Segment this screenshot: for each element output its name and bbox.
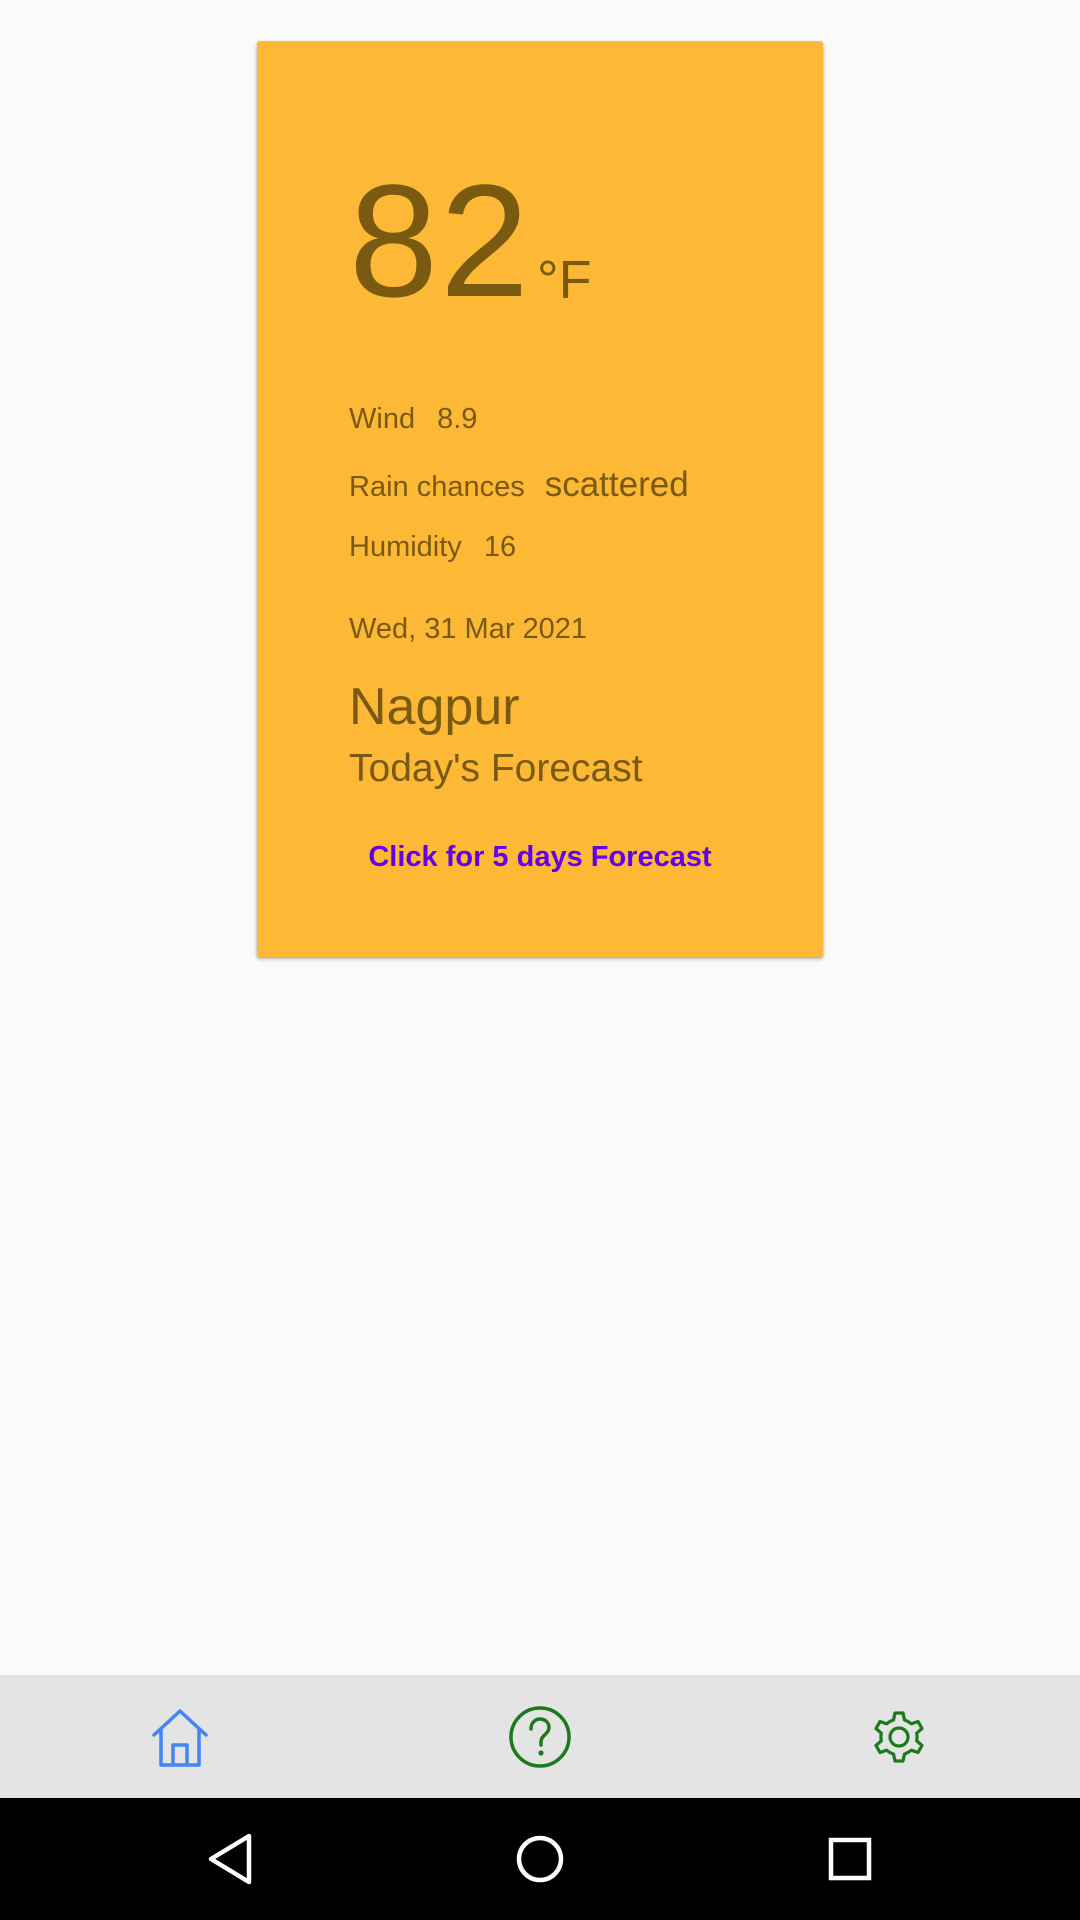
forecast-date: Wed, 31 Mar 2021 [349, 613, 588, 645]
nav-settings-button[interactable] [799, 1675, 999, 1798]
help-icon [509, 1705, 571, 1768]
wind-label: Wind [349, 403, 416, 435]
system-back-button[interactable] [160, 1798, 300, 1920]
nav-help-button[interactable] [440, 1675, 640, 1798]
temperature-unit: °F [536, 250, 592, 310]
forecast-title: Today's Forecast [349, 747, 643, 790]
rain-row: Rain chances scattered [349, 465, 689, 505]
home-icon [152, 1708, 208, 1767]
system-home-button[interactable] [470, 1798, 610, 1920]
humidity-row: Humidity 16 [349, 531, 516, 564]
bottom-navigation [0, 1675, 1080, 1798]
settings-icon [874, 1710, 924, 1763]
wind-value: 8.9 [437, 403, 478, 435]
rain-label: Rain chances [349, 471, 525, 503]
system-recents-button[interactable] [780, 1798, 920, 1920]
wind-row: Wind 8.9 [349, 403, 477, 436]
nav-home-button[interactable] [80, 1675, 280, 1798]
rain-value: scattered [544, 465, 689, 504]
humidity-label: Humidity [349, 531, 462, 563]
back-icon [208, 1833, 252, 1885]
weather-card: 82 °F Wind 8.9 Rain chances scattered Hu… [257, 41, 823, 957]
temperature-value: 82 [349, 151, 531, 330]
system-navigation-bar [0, 1798, 1080, 1920]
city-name: Nagpur [349, 678, 520, 736]
home-circle-icon [516, 1835, 564, 1883]
five-day-forecast-link[interactable]: Click for 5 days Forecast [257, 841, 823, 874]
screen: 82 °F Wind 8.9 Rain chances scattered Hu… [0, 0, 1080, 1920]
humidity-value: 16 [483, 531, 517, 563]
recents-icon [828, 1837, 872, 1881]
temperature-display: 82 °F [349, 161, 592, 321]
